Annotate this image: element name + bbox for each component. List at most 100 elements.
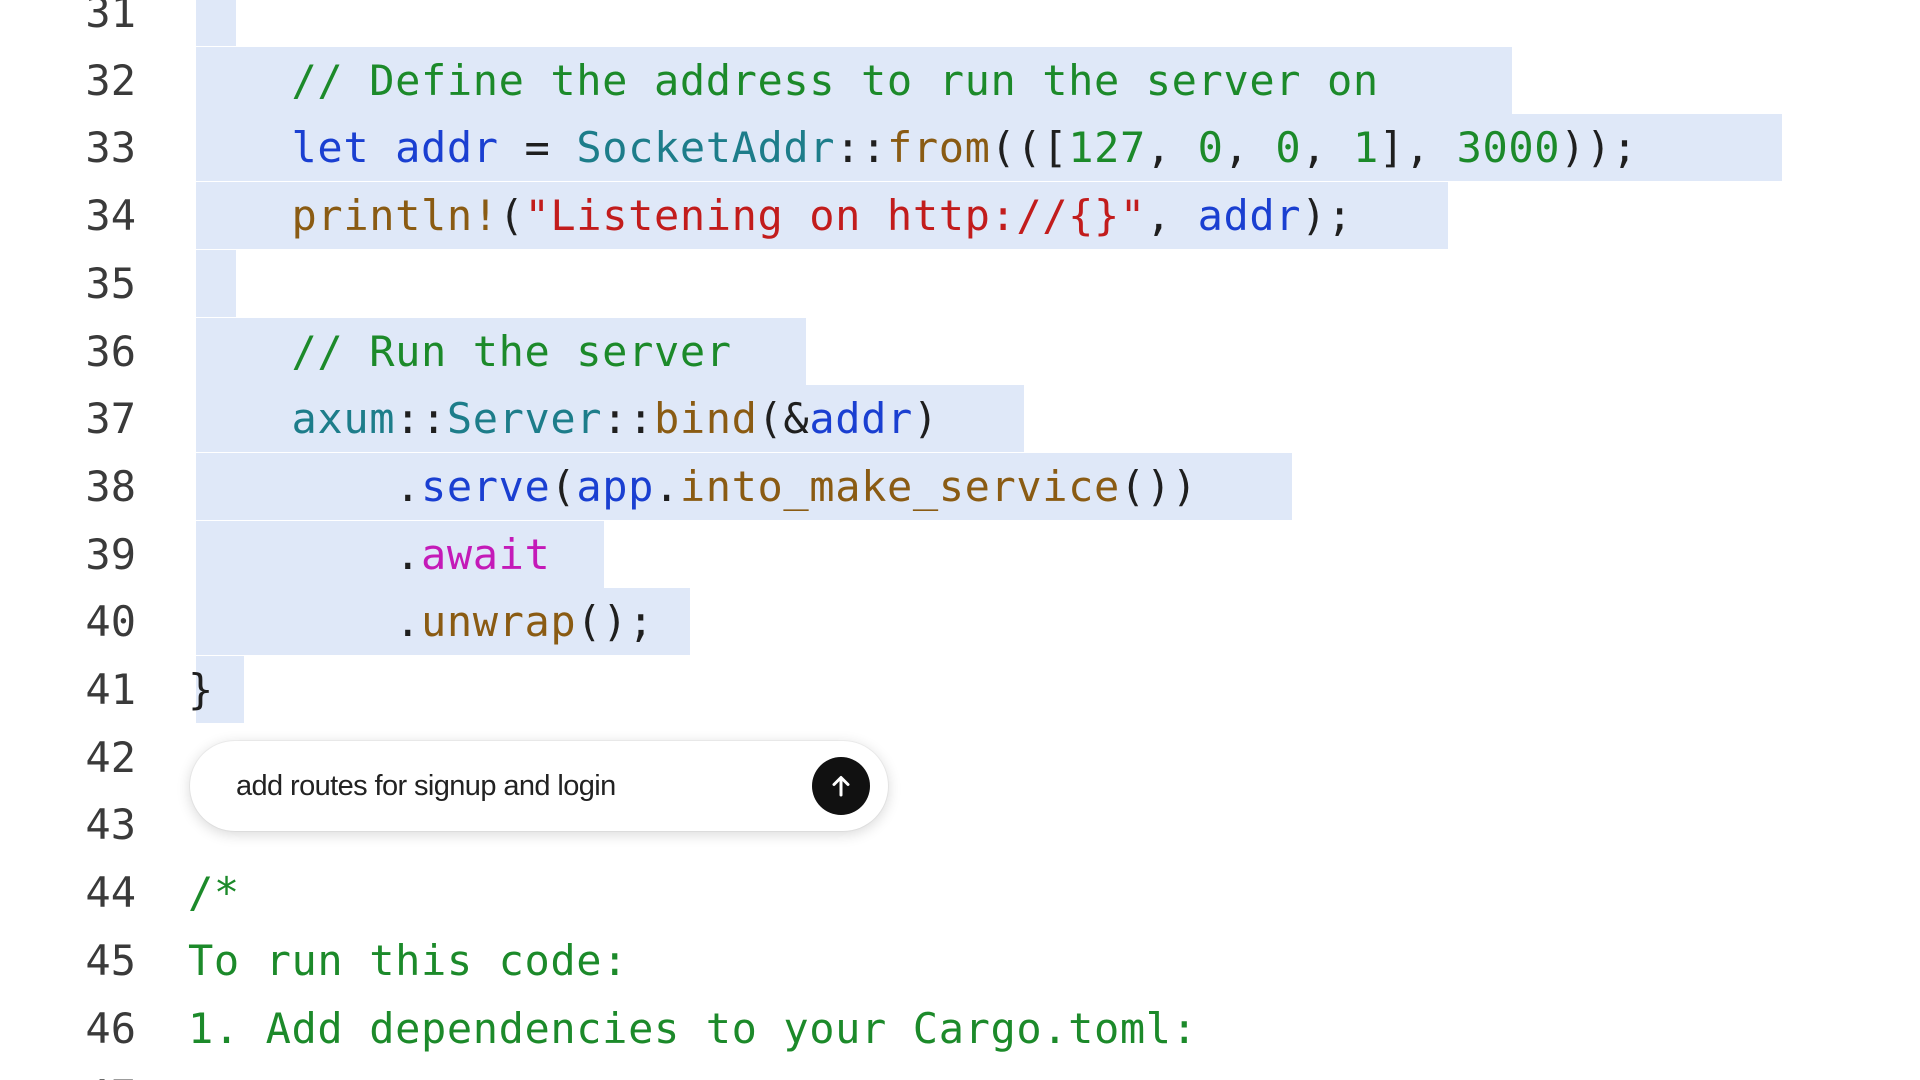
code-text: // Run the server <box>188 318 732 385</box>
code-token: ( <box>498 191 525 241</box>
code-line: 45 To run this code: <box>0 927 1920 994</box>
line-number: 42 <box>85 732 136 782</box>
line-number: 47 <box>20 1062 136 1080</box>
code-line: 41} <box>0 656 1920 723</box>
send-button[interactable] <box>812 757 870 815</box>
line-number: 32 <box>85 55 136 105</box>
code-token: ); <box>1301 191 1353 241</box>
code-line: 39 .await <box>0 520 1920 588</box>
selection-highlight <box>196 249 236 317</box>
code-token: . <box>188 597 421 647</box>
code-token: . <box>653 461 680 511</box>
arrow-up-icon <box>832 776 850 797</box>
code-text: let addr = SocketAddr::from(([127, 0, 0,… <box>188 114 1638 181</box>
line-number: 44 <box>85 868 136 918</box>
code-token: } <box>188 665 214 714</box>
code-token: 3000 <box>1456 123 1561 173</box>
code-token: Server <box>446 394 603 444</box>
code-token: let <box>291 123 370 173</box>
code-text: To run this code: <box>188 927 628 994</box>
code-token: :: <box>602 394 654 444</box>
line-number: 31 <box>85 0 136 37</box>
code-token: addr <box>1197 191 1302 241</box>
code-text: // Define the address to run the server … <box>188 47 1379 114</box>
selection-highlight <box>196 0 236 46</box>
code-line: 38 .serve(app.into_make_service()) <box>0 452 1920 520</box>
code-token: bind <box>653 394 758 444</box>
code-token: from <box>886 123 991 173</box>
code-token: (& <box>757 394 810 444</box>
code-token: . <box>188 529 421 579</box>
code-line: 36 // Run the server <box>0 317 1920 385</box>
code-text: .unwrap(); <box>188 588 654 655</box>
line-number: 35 <box>85 258 136 308</box>
code-token: into_make_service <box>679 461 1120 511</box>
code-text: 1. Add dependencies to your Cargo.toml: <box>188 995 1198 1062</box>
code-token: addr <box>395 123 499 173</box>
code-token: "Listening on http://{}" <box>524 191 1146 241</box>
code-text: .await <box>188 521 550 588</box>
code-line: 40 .unwrap(); <box>0 588 1920 656</box>
code-token: :: <box>395 394 447 444</box>
code-line: 33 let addr = SocketAddr::from(([127, 0,… <box>0 114 1920 182</box>
line-number: 39 <box>85 529 136 579</box>
code-token: serve <box>420 461 551 511</box>
code-token: , <box>1223 123 1276 173</box>
code-token: // Define the address to run the server … <box>291 55 1379 105</box>
inline-prompt-box <box>190 741 888 831</box>
code-token: 0 <box>1275 123 1302 173</box>
line-number: 40 <box>85 597 136 647</box>
code-token: To run this code: <box>188 935 629 985</box>
code-token: await <box>420 529 551 579</box>
code-token: , <box>1145 123 1198 173</box>
code-line: 44 /* <box>0 859 1920 926</box>
code-token: 1. Add dependencies to your Cargo.toml: <box>188 1003 1198 1053</box>
code-token: , <box>1301 123 1353 173</box>
line-number: 43 <box>85 800 136 850</box>
code-token: // Run the server <box>291 326 732 376</box>
code-token: )); <box>1560 123 1638 173</box>
code-editor[interactable]: 31 32 // Define the address to run the se… <box>0 0 1920 1080</box>
code-token: 0 <box>1197 123 1224 173</box>
code-text: /* <box>188 859 240 926</box>
code-token: ( <box>550 461 577 511</box>
code-line: 31 <box>0 0 1920 46</box>
code-line: 32 // Define the address to run the serv… <box>0 46 1920 114</box>
line-number: 46 <box>85 1003 136 1053</box>
code-token: SocketAddr <box>576 123 836 173</box>
line-number: 41 <box>85 665 136 714</box>
code-token: , <box>1145 191 1198 241</box>
code-token: println! <box>291 191 499 241</box>
code-text: .serve(app.into_make_service()) <box>188 453 1198 520</box>
line-number: 37 <box>85 394 136 444</box>
code-token: ], <box>1378 123 1457 173</box>
code-token: = <box>498 123 577 173</box>
code-token: . <box>188 461 421 511</box>
line-number: 36 <box>85 326 136 376</box>
code-token: axum <box>291 394 396 444</box>
code-text: axum::Server::bind(&addr) <box>188 385 939 452</box>
code-token: (); <box>576 597 654 647</box>
code-token: app <box>576 461 654 511</box>
line-number: 34 <box>85 191 136 241</box>
line-number: 33 <box>85 123 136 173</box>
prompt-input[interactable] <box>236 765 796 807</box>
line-number: 38 <box>85 461 136 511</box>
code-line: 46 1. Add dependencies to your Cargo.toml… <box>0 995 1920 1062</box>
line-number: 45 <box>85 935 136 985</box>
code-line: 35 <box>0 249 1920 317</box>
code-line: 47 <box>0 1062 1920 1080</box>
code-token: unwrap <box>420 597 577 647</box>
code-token: 127 <box>1068 123 1146 173</box>
code-token: :: <box>835 123 887 173</box>
code-token: (([ <box>990 123 1069 173</box>
code-token: 1 <box>1353 123 1379 173</box>
code-line: 37 axum::Server::bind(&addr) <box>0 385 1920 453</box>
code-token: /* <box>188 868 240 918</box>
code-text: } <box>188 656 214 723</box>
